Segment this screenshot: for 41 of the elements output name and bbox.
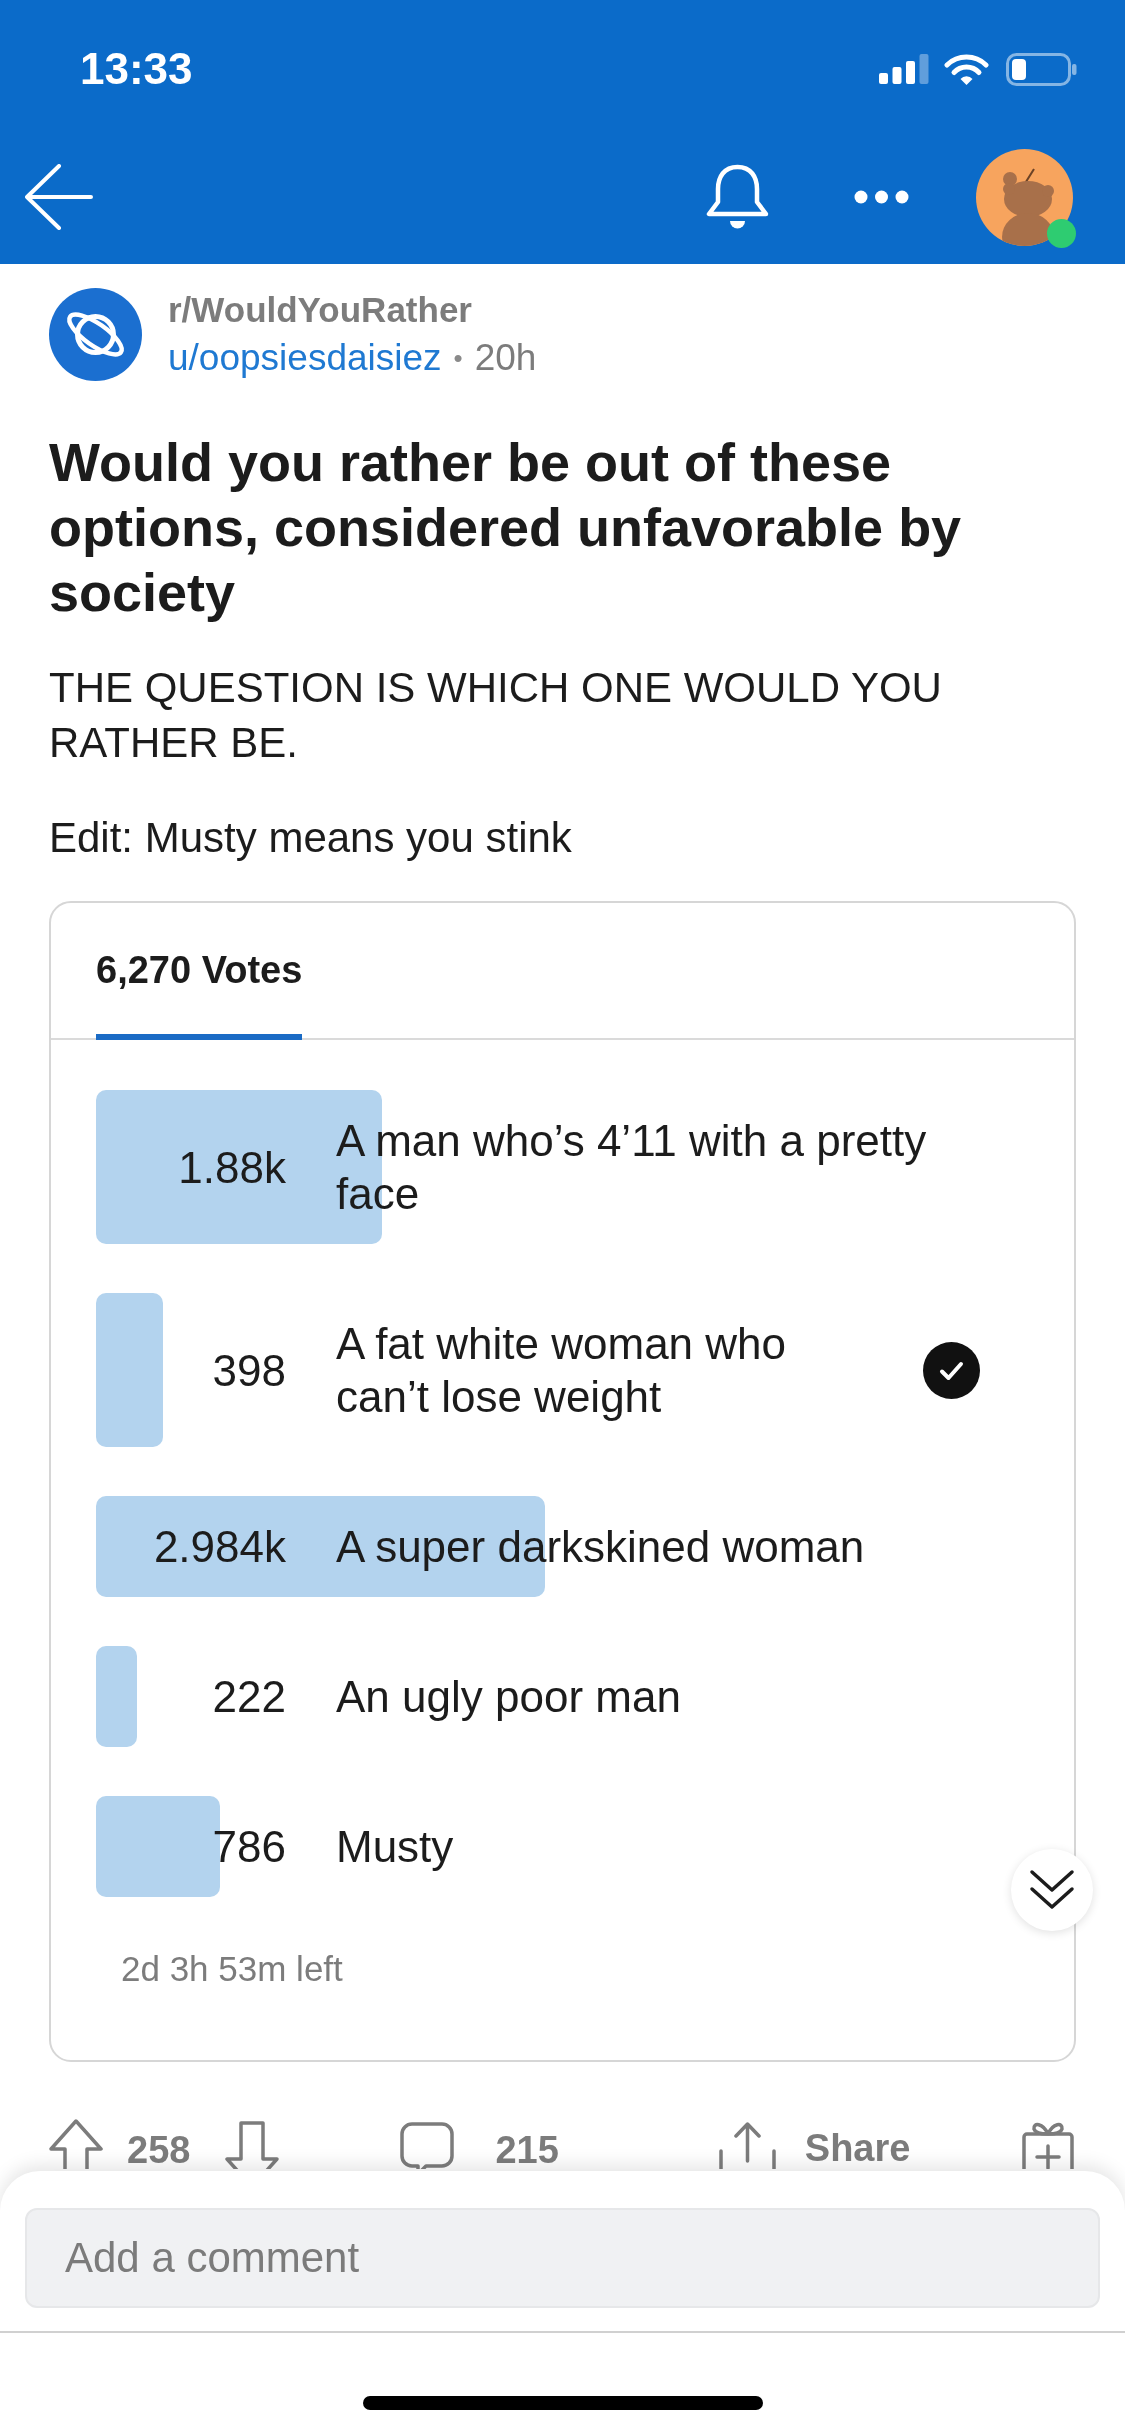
option-vote-count: 222 [211,1671,286,1723]
back-icon[interactable] [25,164,93,230]
avatar-icon[interactable] [976,148,1073,246]
author-link[interactable]: u/oopsiesdaisiez [168,334,442,382]
gift-icon[interactable] [1021,2120,1076,2169]
upvote-icon[interactable] [49,2119,103,2169]
comment-input[interactable]: Add a comment [25,2208,1100,2308]
option-label: A man who’s 4’11 with a pretty face [336,1115,928,1220]
wifi-icon [944,53,989,85]
option-vote-count: 398 [211,1344,286,1397]
option-vote-count: 1.88k [177,1141,286,1194]
post-age: 20h [474,336,537,380]
double-chevron-down-icon [1029,1869,1075,1911]
post-title: Would you rather be out of these options, considered unfavorable by society [49,431,963,624]
option-label: A super darkskined woman [336,1521,866,1573]
subreddit-name[interactable]: r/WouldYouRather [168,286,537,334]
post-body-text: THE QUESTION IS WHICH ONE WOULD YOU RATHER BE. [49,663,943,768]
poll-time-left: 2d 3h 53m left [121,1949,343,1988]
signal-icon [879,54,929,84]
more-options-icon[interactable] [854,190,909,204]
check-icon [923,1341,980,1399]
downvote-icon[interactable] [225,2121,280,2169]
separator-dot: • [453,342,463,375]
bell-icon[interactable] [704,163,771,231]
option-vote-count: 2.984k [152,1521,286,1573]
vote-count: 258 [127,2130,191,2170]
comment-count: 215 [495,2130,559,2170]
battery-icon [1006,52,1077,86]
planet-icon[interactable] [49,287,142,381]
online-status-icon [1047,218,1076,248]
scroll-down-button[interactable] [1011,1849,1093,1931]
option-label: Musty [336,1821,455,1873]
comment-icon[interactable] [400,2122,455,2169]
post-body-text: Edit: Musty means you stink [49,813,573,863]
option-vote-count: 786 [211,1821,286,1873]
poll-tab[interactable]: 6,270 Votes [96,903,303,1040]
option-label: An ugly poor man [336,1671,682,1723]
share-icon [718,2121,776,2169]
share-button[interactable]: Share [718,2119,911,2169]
status-time: 13:33 [80,43,193,95]
option-label: A fat white woman who can’t lose weight [336,1318,787,1423]
